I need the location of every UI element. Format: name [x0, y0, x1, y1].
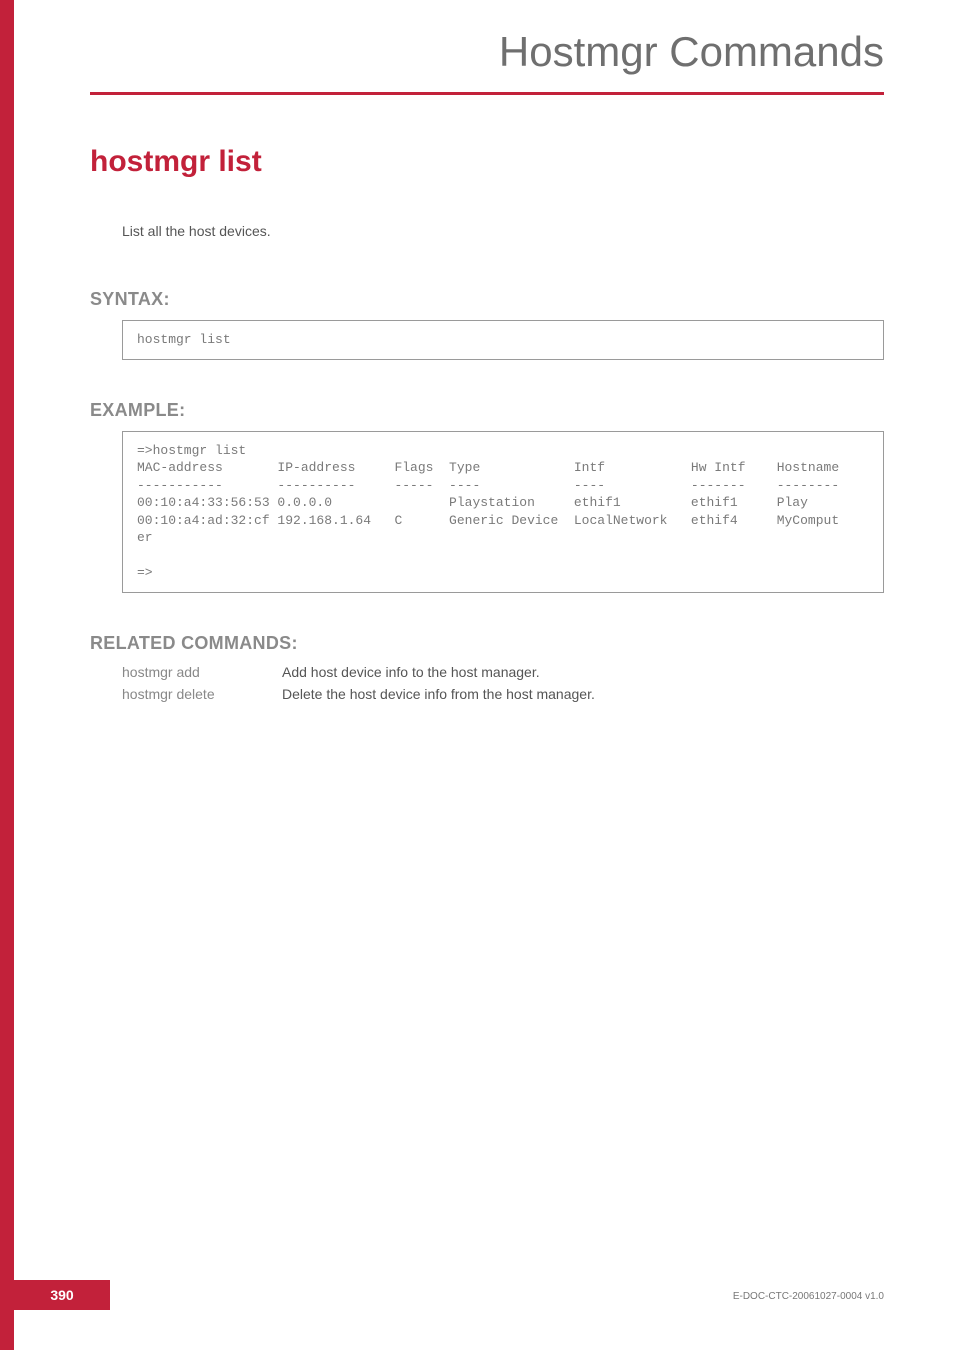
related-row: hostmgr delete Delete the host device in…	[122, 686, 884, 702]
syntax-heading: SYNTAX:	[90, 289, 884, 310]
related-cmd: hostmgr delete	[122, 686, 282, 702]
side-stripe	[0, 0, 14, 1350]
related-desc: Add host device info to the host manager…	[282, 664, 540, 680]
doc-id: E-DOC-CTC-20061027-0004 v1.0	[733, 1291, 884, 1302]
intro-text: List all the host devices.	[122, 223, 884, 239]
related-desc: Delete the host device info from the hos…	[282, 686, 595, 702]
header-title: Hostmgr Commands	[499, 28, 884, 76]
page-title: hostmgr list	[90, 145, 884, 179]
syntax-box: hostmgr list	[122, 320, 884, 360]
related-cmd: hostmgr add	[122, 664, 282, 680]
header-rule	[90, 92, 884, 95]
example-box: =>hostmgr list MAC-address IP-address Fl…	[122, 431, 884, 593]
page-number-badge: 390	[14, 1280, 110, 1310]
related-row: hostmgr add Add host device info to the …	[122, 664, 884, 680]
example-heading: EXAMPLE:	[90, 400, 884, 421]
related-heading: RELATED COMMANDS:	[90, 633, 884, 654]
